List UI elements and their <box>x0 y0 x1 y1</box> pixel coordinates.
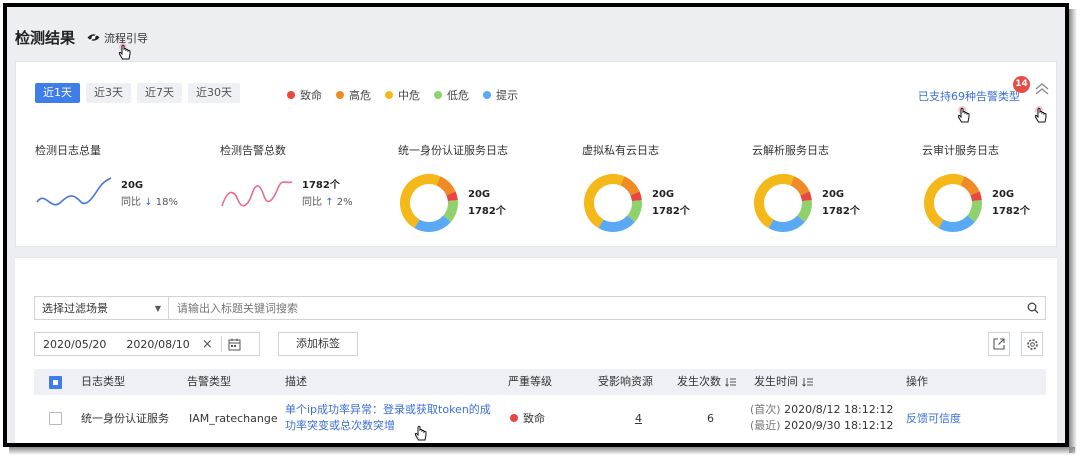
table-row: 统一身份认证服务 IAM_ratechange 单个ip成功率异常：登录或获取t… <box>34 395 1046 441</box>
page-title: 检测结果 <box>15 29 76 47</box>
export-icon <box>993 338 1005 350</box>
cell-occurrences: 6 <box>707 411 714 425</box>
legend-high: 高危 <box>336 87 371 103</box>
column-affected-resources: 受影响资源 <box>598 375 653 388</box>
legend-low: 低危 <box>434 87 469 103</box>
export-button[interactable] <box>988 332 1010 356</box>
low-dot-icon <box>434 91 442 99</box>
fatal-dot-icon <box>287 91 295 99</box>
log-trend-sparkline <box>36 177 112 206</box>
scenario-select[interactable]: 选择过滤场景 ▼ <box>35 297 169 319</box>
fatal-dot-icon <box>510 414 518 422</box>
legend-info: 提示 <box>483 87 518 103</box>
gear-icon <box>1026 338 1038 350</box>
legend-medium: 中危 <box>385 87 420 103</box>
settings-button[interactable] <box>1021 332 1043 356</box>
description-link[interactable]: 单个ip成功率异常：登录或获取token的成功率突变或总次数突增 <box>285 402 491 434</box>
collapse-chevron-up-icon[interactable] <box>1034 82 1050 96</box>
add-tag-button[interactable]: 添加标签 <box>278 332 358 356</box>
alert-change-value: 2% <box>336 197 353 208</box>
metric-title: 检测日志总量 <box>35 144 101 157</box>
last-time: 2020/9/30 18:12:12 <box>784 419 894 432</box>
cell-log-type: 统一身份认证服务 <box>81 412 169 425</box>
metric-log-total: 检测日志总量 20G 同比 ↓ 18% <box>35 142 178 212</box>
table-header: 日志类型 告警类型 描述 严重等级 受影响资源 发生次数 发生时间 操作 <box>34 369 1046 395</box>
column-occurrences[interactable]: 发生次数 <box>677 369 737 395</box>
eye-icon <box>87 33 100 42</box>
row-checkbox[interactable] <box>49 395 62 441</box>
calendar-icon[interactable] <box>228 338 241 351</box>
metric-dns-logs: 云解析服务日志 20G 1782个 <box>752 142 860 234</box>
metric-cts-logs: 云审计服务日志 20G 1782个 <box>922 142 1030 234</box>
alert-trend-sparkline <box>221 181 293 207</box>
date-to: 2020/08/10 <box>126 337 190 351</box>
sort-icon[interactable] <box>802 377 814 387</box>
log-change-value: 18% <box>155 197 178 208</box>
affected-resources-link[interactable]: 4 <box>635 412 642 425</box>
info-dot-icon <box>483 91 491 99</box>
column-log-type: 日志类型 <box>81 375 125 388</box>
filter-bar: 选择过滤场景 ▼ <box>34 296 1046 320</box>
metric-iam-logs: 统一身份认证服务日志 20G 1782个 <box>398 142 508 234</box>
app-window: 检测结果 流程引导 近1天 近3天 近7天 近30天 致命 高危 中危 低危 提… <box>3 3 1069 447</box>
tab-1-day[interactable]: 近1天 <box>35 83 80 103</box>
hand-cursor-icon <box>118 43 131 60</box>
column-severity: 严重等级 <box>508 375 552 388</box>
tab-30-days[interactable]: 近30天 <box>188 83 240 103</box>
tab-7-days[interactable]: 近7天 <box>137 83 182 103</box>
hand-cursor-icon <box>414 425 427 441</box>
arrow-down-icon: ↓ <box>144 197 153 208</box>
alert-table-panel: 选择过滤场景 ▼ 2020/05/20 2020/08/10 × <box>15 257 1057 443</box>
date-range-picker[interactable]: 2020/05/20 2020/08/10 × <box>34 332 260 356</box>
alert-count-badge: 14 <box>1013 76 1030 93</box>
iam-donut-chart <box>400 174 458 232</box>
date-from: 2020/05/20 <box>43 337 107 351</box>
cell-occurred-time: (首次) 2020/8/12 18:12:12 (最近) 2020/9/30 1… <box>750 403 894 432</box>
column-description: 描述 <box>285 375 307 388</box>
cell-severity: 致命 <box>510 395 545 441</box>
search-button[interactable] <box>1021 297 1045 319</box>
alert-total-value: 1782个 <box>302 180 340 191</box>
first-time: 2020/8/12 18:12:12 <box>784 403 894 416</box>
high-dot-icon <box>336 91 344 99</box>
hand-cursor-icon <box>957 106 970 123</box>
column-alert-type: 告警类型 <box>187 375 231 388</box>
column-actions: 操作 <box>906 375 928 388</box>
time-range-tabs: 近1天 近3天 近7天 近30天 <box>35 83 246 103</box>
cts-donut-chart <box>924 174 982 232</box>
dns-donut-chart <box>754 174 812 232</box>
cell-alert-type: IAM_ratechange <box>189 411 278 425</box>
metric-title: 检测告警总数 <box>220 144 286 157</box>
select-all-checkbox[interactable] <box>49 369 62 395</box>
feedback-credibility-link[interactable]: 反馈可信度 <box>906 410 961 426</box>
statistics-panel: 近1天 近3天 近7天 近30天 致命 高危 中危 低危 提示 已支持69种告警… <box>15 61 1057 247</box>
severity-legend: 致命 高危 中危 低危 提示 <box>287 87 532 103</box>
search-input[interactable] <box>169 297 1021 319</box>
tab-3-days[interactable]: 近3天 <box>86 83 131 103</box>
column-occurred-time[interactable]: 发生时间 <box>754 369 814 395</box>
metric-alert-total: 检测告警总数 1782个 同比 ↑ 2% <box>220 142 353 212</box>
sort-icon[interactable] <box>725 377 737 387</box>
log-total-value: 20G <box>121 180 144 191</box>
vpc-donut-chart <box>584 174 642 232</box>
metric-vpc-logs: 虚拟私有云日志 20G 1782个 <box>582 142 690 234</box>
search-icon <box>1027 302 1039 314</box>
supported-alert-types-link[interactable]: 已支持69种告警类型 <box>918 88 1020 104</box>
hand-cursor-icon <box>1034 106 1047 123</box>
caret-down-icon: ▼ <box>154 303 161 313</box>
legend-fatal: 致命 <box>287 87 322 103</box>
clear-date-icon[interactable]: × <box>202 337 213 352</box>
arrow-up-icon: ↑ <box>325 197 334 208</box>
medium-dot-icon <box>385 91 393 99</box>
